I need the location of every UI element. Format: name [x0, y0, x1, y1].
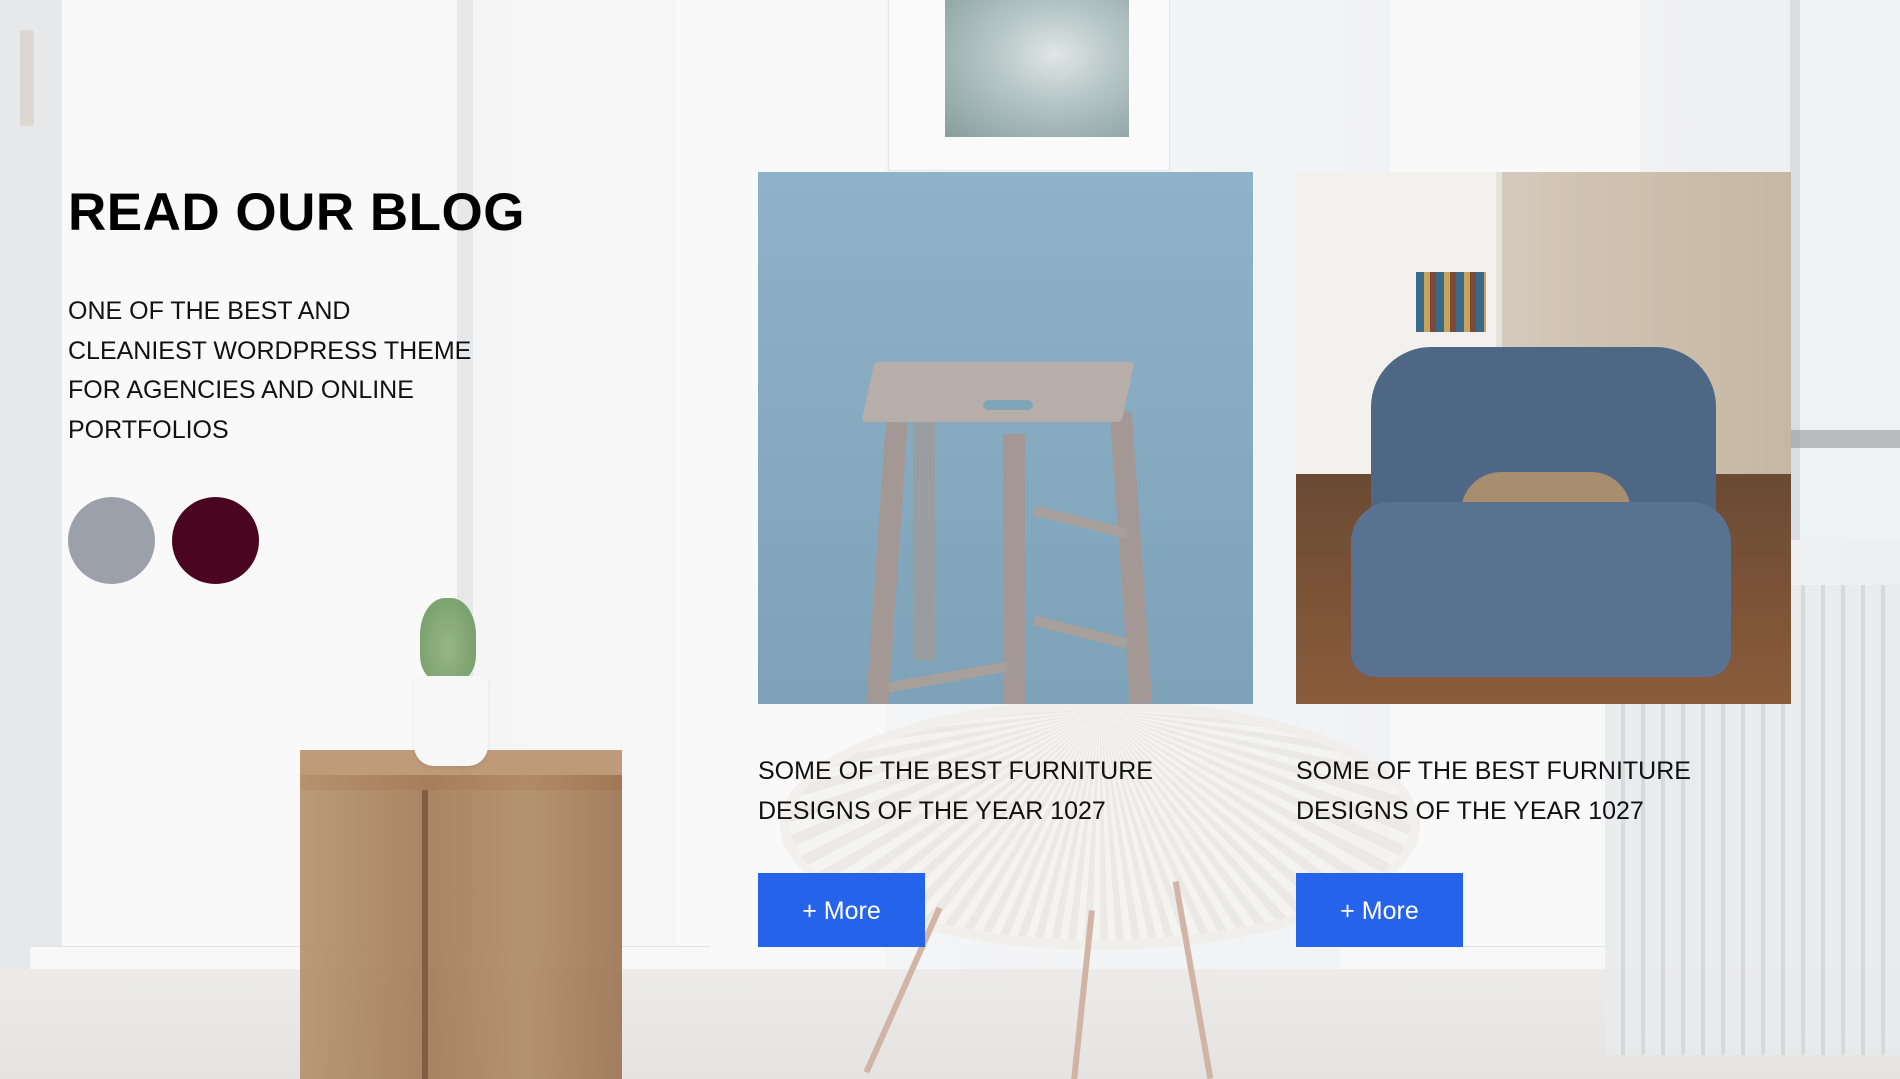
books: [1416, 272, 1486, 332]
window-sill: [1790, 430, 1900, 448]
wood-crack: [422, 790, 428, 1079]
color-swatch-gray[interactable]: [68, 497, 155, 584]
blog-card-image-stool[interactable]: [758, 172, 1253, 704]
plant-pot: [414, 676, 488, 766]
wall-corner: [0, 0, 62, 969]
framed-picture: [945, 0, 1129, 137]
blog-card-title[interactable]: SOME OF THE BEST FURNITURE DESIGNS OF TH…: [758, 752, 1253, 831]
stool-handle: [983, 400, 1033, 410]
wooden-stool: [300, 775, 622, 1079]
more-button[interactable]: + More: [1296, 873, 1463, 947]
stool-rung: [1033, 615, 1128, 649]
stool-seat: [861, 362, 1135, 422]
stool-leg: [866, 421, 908, 704]
more-button[interactable]: + More: [758, 873, 925, 947]
window: [1790, 0, 1900, 540]
blog-card: SOME OF THE BEST FURNITURE DESIGNS OF TH…: [758, 172, 1253, 947]
section-title: READ OUR BLOG: [68, 183, 525, 242]
blog-card: SOME OF THE BEST FURNITURE DESIGNS OF TH…: [1296, 172, 1791, 947]
color-swatch-wine[interactable]: [172, 497, 259, 584]
baseboard: [1340, 946, 1640, 969]
cactus-plant: [420, 598, 476, 680]
armchair-seat: [1351, 502, 1731, 677]
blog-card-title[interactable]: SOME OF THE BEST FURNITURE DESIGNS OF TH…: [1296, 752, 1791, 831]
blog-card-image-armchair[interactable]: [1296, 172, 1791, 704]
section-subtitle: ONE OF THE BEST AND CLEANIEST WORDPRESS …: [68, 297, 472, 444]
stool-leg: [913, 410, 935, 660]
wall-hook: [20, 30, 34, 126]
stool-rung: [888, 661, 1008, 693]
stool-rung: [1033, 505, 1128, 539]
stool-leg: [1109, 411, 1153, 704]
